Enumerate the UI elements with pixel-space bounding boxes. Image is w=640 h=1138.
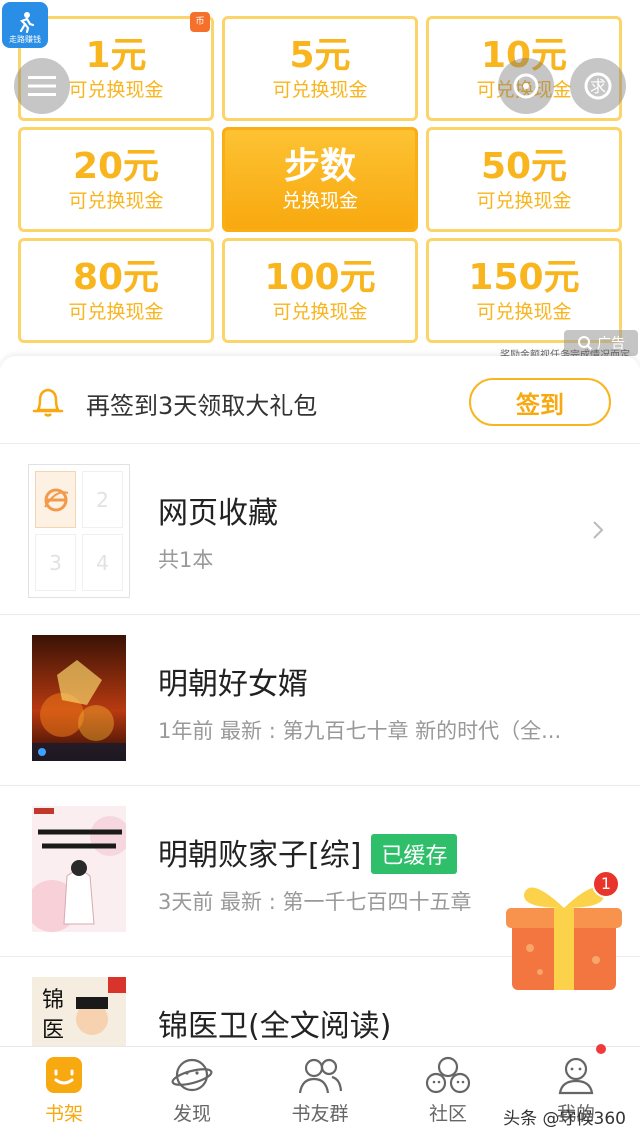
tab-book-friends[interactable]: 书友群 [256, 1047, 384, 1138]
book-row[interactable]: 明朝好女婿 1年前 最新 : 第九百七十章 新的时代（全... [0, 615, 640, 786]
tab-label: 书友群 [291, 1103, 349, 1125]
svg-text:医: 医 [42, 1018, 64, 1043]
collage-slot: 3 [35, 534, 76, 591]
people-icon [298, 1058, 343, 1094]
reward-sub: 可兑换现金 [272, 300, 368, 323]
reward-amount: 20元 [72, 145, 160, 187]
reward-grid-area: 1元 可兑换现金 5元 可兑换现金 10元 可兑换现金 20元 可兑换现金 步数 兑换现金… [0, 0, 640, 361]
reward-amount: 5元 [289, 34, 351, 76]
steps-label: 步数 [283, 145, 356, 187]
reward-sub: 可兑换现金 [68, 78, 164, 101]
svg-text:锦: 锦 [42, 988, 64, 1013]
app-screen: 1元 可兑换现金 5元 可兑换现金 10元 可兑换现金 20元 可兑换现金 步数 兑换现金… [0, 0, 640, 1138]
web-collection-row[interactable]: 2 3 4 网页收藏 共1本 [0, 444, 640, 615]
bell-icon [32, 388, 64, 417]
reward-sub: 可兑换现金 [272, 78, 368, 101]
book-title: 明朝败家子[综] [158, 838, 362, 873]
reward-amount: 80元 [72, 256, 160, 298]
book-title: 明朝好女婿 [158, 667, 308, 702]
collage-slot: 4 [82, 534, 123, 591]
book-meta: 3天前 最新 : 第一千七百四十五章 [158, 890, 472, 914]
reward-sub: 可兑换现金 [476, 189, 572, 212]
reward-sub: 可兑换现金 [68, 300, 164, 323]
reward-tile-100[interactable]: 100元 可兑换现金 [222, 238, 418, 343]
reward-amount: 100元 [264, 256, 376, 298]
reward-sub: 可兑换现金 [476, 300, 572, 323]
walk-earn-app-logo[interactable]: 走路赚钱 [2, 2, 48, 48]
collection-title: 网页收藏 [158, 496, 278, 531]
tab-bookshelf[interactable]: 书架 [0, 1047, 128, 1138]
browser-icon [35, 471, 76, 528]
profile-notification-dot [596, 1044, 606, 1054]
book-cover [32, 635, 126, 761]
logo-text: 走路赚钱 [9, 35, 41, 44]
community-icon [425, 1056, 471, 1094]
steps-sub: 兑换现金 [281, 189, 358, 212]
tab-community[interactable]: 社区 [384, 1047, 512, 1138]
signin-prompt: 再签到3天领取大礼包 [86, 392, 318, 420]
svg-text:求: 求 [590, 77, 606, 96]
tab-label: 书架 [44, 1103, 83, 1125]
collection-count: 共1本 [158, 548, 214, 572]
watermark: 头条 @守候360 [503, 1109, 626, 1129]
planet-icon [171, 1058, 213, 1092]
help-button[interactable]: 求 [570, 58, 626, 114]
menu-button[interactable] [14, 58, 70, 114]
reward-tile-50[interactable]: 50元 可兑换现金 [426, 127, 622, 232]
reward-tile-80[interactable]: 80元 可兑换现金 [18, 238, 214, 343]
capture-button[interactable] [498, 58, 554, 114]
chevron-right-icon [593, 521, 604, 539]
profile-icon [558, 1057, 594, 1095]
runner-icon [19, 12, 35, 33]
reward-amount: 150元 [468, 256, 580, 298]
collage-slot: 2 [82, 471, 123, 528]
cached-badge: 已缓存 [371, 833, 458, 874]
signin-bar: 再签到3天领取大礼包 签到 [0, 356, 640, 444]
tab-discover[interactable]: 发现 [128, 1047, 256, 1138]
reward-tile-150[interactable]: 150元 可兑换现金 [426, 238, 622, 343]
signin-button[interactable]: 签到 [469, 378, 611, 426]
reward-tile-20[interactable]: 20元 可兑换现金 [18, 127, 214, 232]
book-title: 锦医卫(全文阅读) [158, 1009, 392, 1044]
book-meta: 1年前 最新 : 第九百七十章 新的时代（全... [158, 719, 562, 743]
steps-exchange-tile[interactable]: 步数 兑换现金 [222, 127, 418, 232]
book-cover: 锦 医 [32, 977, 126, 1046]
gift-count-badge: 1 [592, 870, 620, 898]
reward-sub: 可兑换现金 [68, 189, 164, 212]
collection-thumbnail: 2 3 4 [28, 464, 130, 598]
tab-label: 社区 [428, 1103, 467, 1125]
menu-icon [28, 76, 56, 96]
tab-label: 发现 [172, 1103, 211, 1125]
reward-amount: 50元 [480, 145, 568, 187]
gift-box-button[interactable]: 1 [500, 868, 630, 998]
book-cover [32, 806, 126, 932]
book-title-line: 明朝败家子[综] 已缓存 [158, 830, 458, 877]
reward-tile-5[interactable]: 5元 可兑换现金 [222, 16, 418, 121]
mini-app-icon[interactable]: 币 [190, 12, 210, 32]
reward-amount: 1元 [85, 34, 147, 76]
target-icon [513, 73, 539, 99]
help-icon: 求 [584, 72, 612, 100]
bookshelf-icon [46, 1057, 82, 1093]
